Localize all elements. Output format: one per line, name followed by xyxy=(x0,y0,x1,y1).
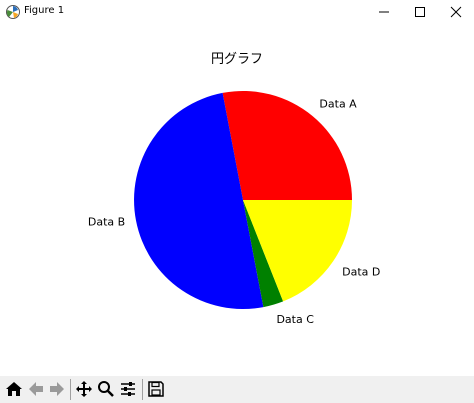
zoom-icon xyxy=(98,381,114,397)
maximize-icon xyxy=(415,7,425,17)
back-button[interactable] xyxy=(25,378,47,400)
pan-icon xyxy=(76,381,92,397)
maximize-button[interactable] xyxy=(402,0,438,24)
save-icon xyxy=(148,381,164,397)
toolbar-separator xyxy=(70,379,71,400)
window-titlebar: Figure 1 xyxy=(0,0,474,24)
minimize-button[interactable] xyxy=(366,0,402,24)
toolbar-separator xyxy=(142,379,143,400)
window-title: Figure 1 xyxy=(24,5,65,16)
forward-arrow-icon xyxy=(50,382,64,396)
home-button[interactable] xyxy=(3,378,25,400)
forward-button[interactable] xyxy=(46,378,68,400)
save-button[interactable] xyxy=(145,378,167,400)
pie-label-data-b: Data B xyxy=(88,215,125,228)
pie-chart: Data A Data B Data C Data D xyxy=(88,90,380,326)
pie-label-data-d: Data D xyxy=(342,265,380,278)
matplotlib-icon xyxy=(5,4,21,20)
navigation-toolbar xyxy=(0,376,474,403)
back-arrow-icon xyxy=(29,382,43,396)
zoom-button[interactable] xyxy=(95,378,117,400)
minimize-icon xyxy=(379,11,389,13)
configure-subplots-button[interactable] xyxy=(117,378,139,400)
home-icon xyxy=(6,382,22,396)
close-button[interactable] xyxy=(438,0,474,24)
pie-label-data-a: Data A xyxy=(319,98,357,111)
pan-button[interactable] xyxy=(73,378,95,400)
pie-label-data-c: Data C xyxy=(276,313,314,326)
configure-subplots-icon xyxy=(121,382,135,396)
close-icon xyxy=(450,6,462,18)
figure-canvas: 円グラフ Data A Data B Data C Data D xyxy=(0,24,474,376)
